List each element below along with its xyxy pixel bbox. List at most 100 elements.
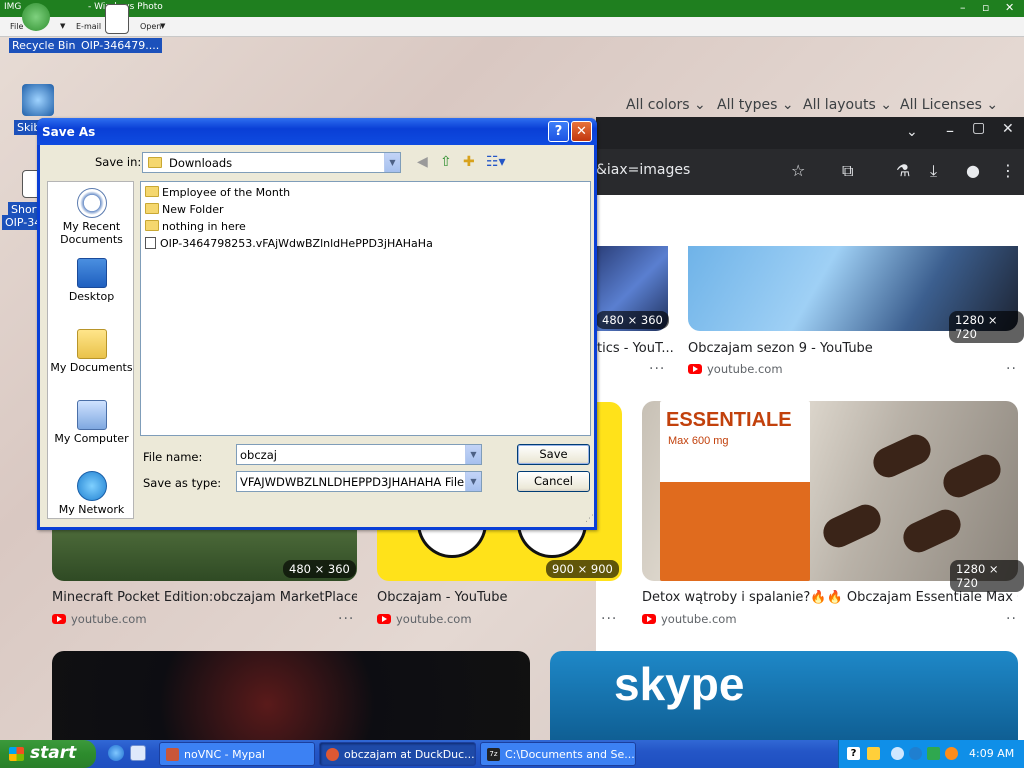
documents-folder-icon: [76, 329, 107, 359]
result-title[interactable]: tics - YouT...: [597, 341, 674, 356]
product-dose: Max 600 mg: [668, 435, 729, 447]
list-item[interactable]: OIP-3464798253.vFAjWdwBZlnldHePPD3jHAHaH…: [145, 237, 433, 250]
bookmark-star-icon[interactable]: ☆: [791, 161, 805, 180]
address-bar[interactable]: &iax=images: [596, 162, 690, 178]
desktop-icon-oip-label[interactable]: OIP-346479....: [78, 38, 163, 53]
save-as-type-label: Save as type:: [143, 476, 222, 490]
recycle-bin-icon[interactable]: [22, 3, 50, 31]
taskbar-item-duckduckgo[interactable]: obczajam at DuckDuc...: [319, 742, 476, 766]
new-folder-icon[interactable]: ✚: [463, 154, 475, 170]
image-file-icon[interactable]: [105, 4, 129, 34]
labs-flask-icon[interactable]: ⚗: [896, 161, 910, 180]
result-title[interactable]: Detox wątroby i spalanie?🔥🔥 Obczajam Ess…: [642, 590, 1018, 605]
help-icon[interactable]: ?: [847, 747, 860, 760]
place-my-documents[interactable]: My Documents: [48, 329, 135, 374]
place-my-network[interactable]: My Network: [48, 471, 135, 516]
novnc-icon: [166, 748, 179, 761]
chevron-down-icon[interactable]: ▼: [384, 153, 400, 172]
more-options-icon[interactable]: ··: [1006, 611, 1017, 627]
save-in-dropdown[interactable]: Downloads ▼: [142, 152, 401, 173]
security-alert-icon[interactable]: [867, 747, 880, 760]
taskbar-item-documents[interactable]: 7z C:\Documents and Se...: [480, 742, 636, 766]
result-title[interactable]: Obczajam sezon 9 - YouTube: [688, 341, 873, 356]
up-folder-icon[interactable]: ⇧: [440, 154, 452, 170]
windows-logo-icon: [9, 747, 24, 761]
file-list[interactable]: Employee of the Month New Folder nothing…: [140, 181, 591, 436]
network-icon[interactable]: [891, 747, 904, 760]
result-thumbnail[interactable]: ESSENTIALE Max 600 mg: [642, 401, 1018, 581]
taskbar-item-novnc[interactable]: noVNC - Mypal: [159, 742, 315, 766]
chevron-down-icon[interactable]: ▼: [160, 22, 165, 30]
menu-kebab-icon[interactable]: ⋮: [1000, 161, 1016, 180]
show-desktop-icon[interactable]: [130, 745, 146, 761]
more-options-icon[interactable]: ··: [1006, 361, 1017, 377]
views-menu-icon[interactable]: ☷▾: [486, 154, 506, 170]
close-icon[interactable]: ✕: [1005, 1, 1014, 14]
place-my-computer[interactable]: My Computer: [48, 400, 135, 445]
minimize-icon[interactable]: –: [946, 121, 954, 140]
menu-file[interactable]: File: [10, 22, 23, 31]
image-dimensions: 1280 × 720: [949, 311, 1024, 343]
accessibility-icon[interactable]: [927, 747, 940, 760]
dialog-titlebar[interactable]: Save As ? ✕: [37, 118, 597, 145]
desktop-icon-recycle-bin-label[interactable]: Recycle Bin: [9, 38, 79, 53]
more-options-icon[interactable]: ···: [338, 611, 354, 627]
filter-all-types[interactable]: All types ⌄: [717, 97, 794, 113]
list-item[interactable]: New Folder: [145, 203, 223, 216]
list-item[interactable]: nothing in here: [145, 220, 246, 233]
start-label: start: [30, 743, 77, 763]
filter-all-licenses[interactable]: All Licenses ⌄: [900, 97, 998, 113]
start-button[interactable]: start: [0, 740, 96, 768]
download-icon[interactable]: ⤓: [930, 161, 937, 181]
save-in-value: Downloads: [169, 156, 233, 170]
result-source[interactable]: youtube.com: [688, 362, 783, 376]
filter-all-layouts[interactable]: All layouts ⌄: [803, 97, 892, 113]
more-options-icon[interactable]: ···: [601, 611, 617, 627]
result-source[interactable]: youtube.com: [52, 612, 147, 626]
filter-all-colors[interactable]: All colors ⌄: [626, 97, 706, 113]
folder-icon: [145, 220, 159, 231]
browser-tray-icon[interactable]: [909, 747, 922, 760]
resize-grip-icon[interactable]: ⋰: [585, 514, 594, 524]
chevron-down-icon[interactable]: ▼: [465, 445, 481, 464]
place-desktop[interactable]: Desktop: [48, 258, 135, 303]
capsule: [818, 499, 886, 553]
computer-icon: [76, 400, 107, 430]
shortcut-icon[interactable]: [22, 84, 54, 116]
list-item[interactable]: Employee of the Month: [145, 186, 290, 199]
close-icon[interactable]: ✕: [1002, 121, 1014, 137]
result-source[interactable]: youtube.com: [377, 612, 472, 626]
tab-search-icon[interactable]: ⌄: [906, 124, 918, 140]
image-dimensions: 900 × 900: [546, 560, 619, 578]
result-title[interactable]: Minecraft Pocket Edition:obczajam Market…: [52, 590, 357, 605]
file-name-input[interactable]: [236, 444, 482, 465]
more-options-icon[interactable]: ···: [649, 361, 665, 377]
place-my-recent-documents[interactable]: My Recent Documents: [48, 188, 135, 246]
save-button[interactable]: Save: [517, 444, 590, 465]
skype-logo-text: skype: [614, 658, 745, 710]
result-source[interactable]: youtube.com: [642, 612, 737, 626]
save-as-type-dropdown[interactable]: VFAJWDWBZLNLDHEPPD3JHAHAHA File ▼: [236, 471, 482, 492]
extensions-icon[interactable]: ⧉: [842, 161, 853, 181]
internet-explorer-icon[interactable]: [108, 745, 124, 761]
result-thumbnail[interactable]: [52, 651, 530, 740]
maximize-icon[interactable]: ▢: [972, 120, 985, 136]
minimize-icon[interactable]: –: [960, 1, 966, 14]
browser-icon: [326, 748, 339, 761]
menu-email[interactable]: E-mail: [76, 22, 101, 31]
chevron-down-icon[interactable]: ▼: [465, 472, 481, 491]
chevron-down-icon[interactable]: ▼: [60, 22, 65, 30]
help-button[interactable]: ?: [548, 121, 569, 142]
result-thumbnail[interactable]: [597, 402, 622, 528]
photo-viewer-titlebar[interactable]: IMG - Windows Photo – ▫ ✕: [0, 0, 1024, 17]
search-icon[interactable]: [945, 747, 958, 760]
menu-open[interactable]: Open: [140, 22, 161, 31]
folder-icon: [145, 203, 159, 214]
profile-avatar-icon[interactable]: ●: [966, 161, 980, 180]
restore-icon[interactable]: ▫: [982, 1, 989, 14]
cancel-button[interactable]: Cancel: [517, 471, 590, 492]
result-thumbnail[interactable]: skype: [550, 651, 1018, 740]
result-title[interactable]: Obczajam - YouTube: [377, 590, 507, 605]
close-button[interactable]: ✕: [571, 121, 592, 142]
back-icon[interactable]: ◀: [417, 154, 428, 170]
